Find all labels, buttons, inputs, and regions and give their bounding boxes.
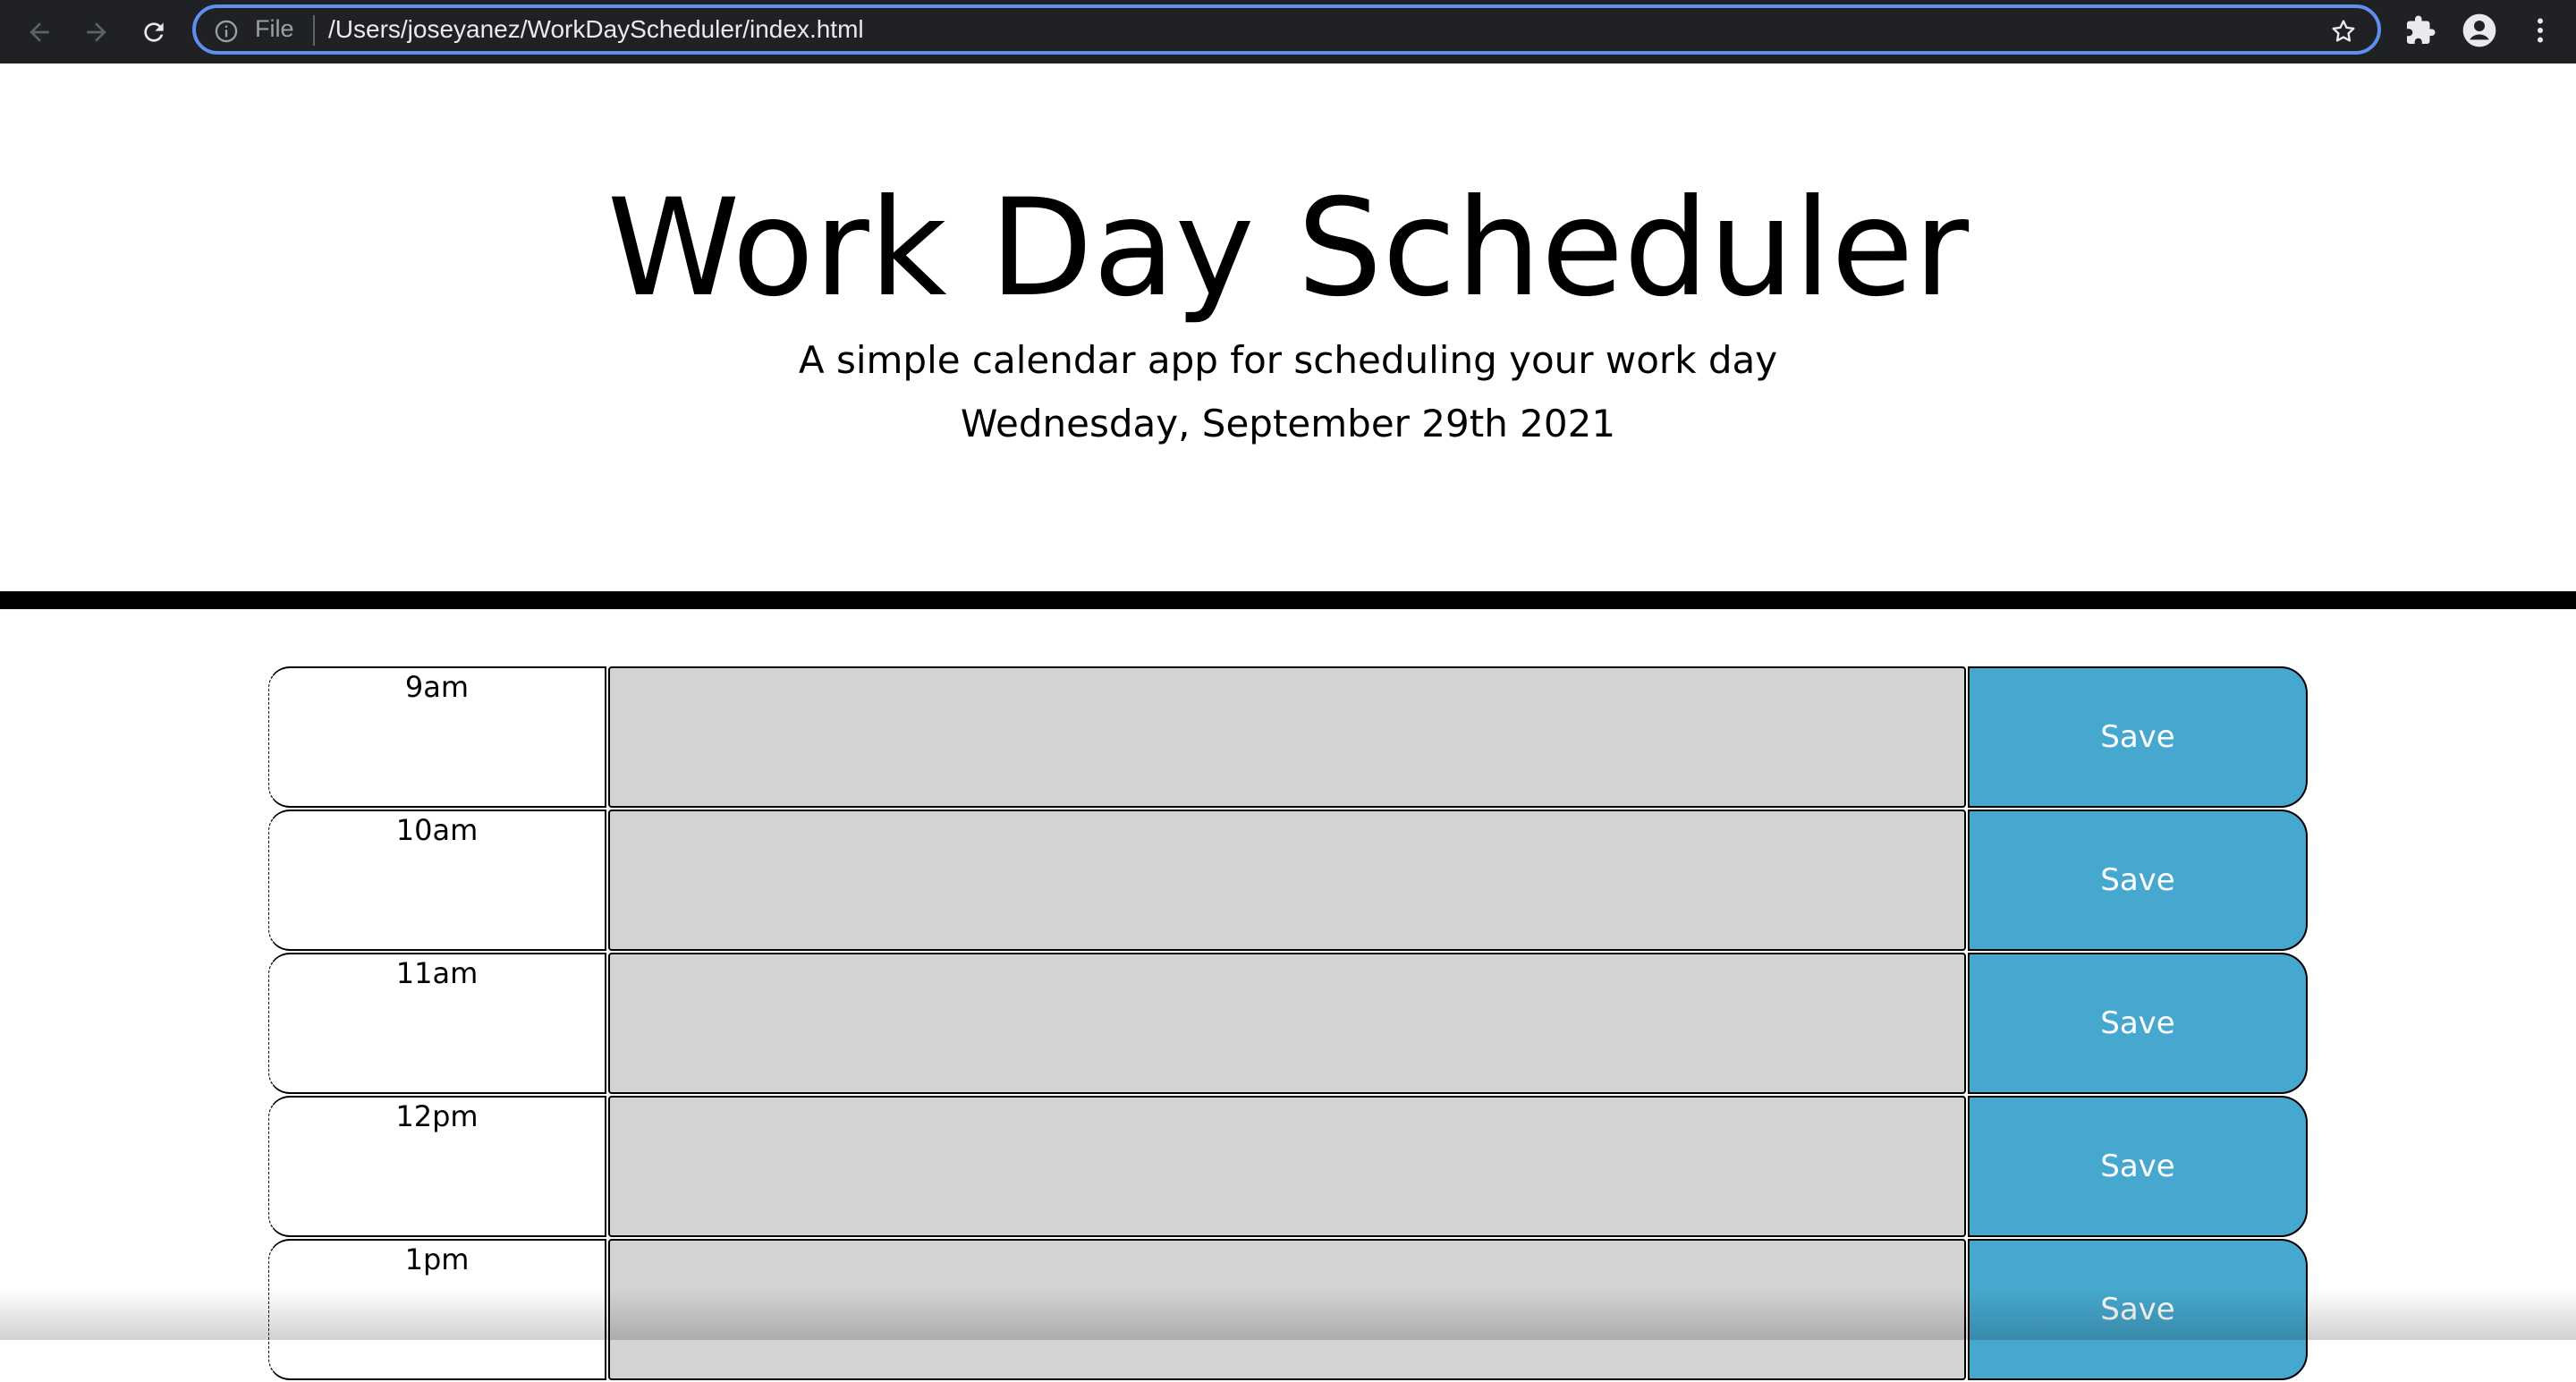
- profile-avatar-icon[interactable]: [2462, 13, 2497, 48]
- back-arrow-icon: [30, 22, 49, 42]
- back-button[interactable]: [20, 13, 59, 52]
- event-textarea[interactable]: [608, 810, 1966, 951]
- page-header: Work Day Scheduler A simple calendar app…: [0, 64, 2576, 609]
- page-title: Work Day Scheduler: [606, 171, 1970, 326]
- address-bar[interactable]: File /Users/joseyanez/WorkDayScheduler/i…: [192, 4, 2381, 55]
- hour-label: 10am: [268, 810, 606, 951]
- url-text[interactable]: /Users/joseyanez/WorkDayScheduler/index.…: [328, 15, 864, 44]
- reload-icon: [144, 22, 164, 42]
- extensions-icon[interactable]: [2404, 14, 2436, 47]
- reload-button[interactable]: [134, 13, 174, 52]
- event-textarea[interactable]: [608, 1096, 1966, 1237]
- time-block-row: 11am Save: [268, 953, 2308, 1094]
- forward-button[interactable]: [77, 13, 116, 52]
- event-textarea[interactable]: [608, 666, 1966, 808]
- bookmark-star-icon[interactable]: [2329, 17, 2358, 46]
- save-button[interactable]: Save: [1968, 810, 2308, 951]
- save-button[interactable]: Save: [1968, 1239, 2308, 1380]
- time-block-row: 9am Save: [268, 666, 2308, 808]
- url-scheme-label: File: [255, 15, 294, 42]
- current-date: Wednesday, September 29th 2021: [960, 402, 1616, 445]
- browser-toolbar: File /Users/joseyanez/WorkDayScheduler/i…: [0, 0, 2576, 64]
- event-textarea[interactable]: [608, 1239, 1966, 1380]
- time-block-row: 12pm Save: [268, 1096, 2308, 1237]
- save-button[interactable]: Save: [1968, 1096, 2308, 1237]
- info-icon[interactable]: [214, 19, 239, 44]
- save-button[interactable]: Save: [1968, 953, 2308, 1094]
- time-block-row: 1pm Save: [268, 1239, 2308, 1380]
- save-button[interactable]: Save: [1968, 666, 2308, 808]
- hour-label: 11am: [268, 953, 606, 1094]
- time-block-list: 9am Save 10am Save 11am Save 12pm Save 1…: [268, 666, 2308, 1382]
- more-menu-icon[interactable]: [2524, 14, 2556, 47]
- hour-label: 9am: [268, 666, 606, 808]
- hour-label: 12pm: [268, 1096, 606, 1237]
- url-separator: [313, 15, 315, 46]
- forward-arrow-icon: [87, 22, 106, 42]
- hour-label: 1pm: [268, 1239, 606, 1380]
- event-textarea[interactable]: [608, 953, 1966, 1094]
- time-block-row: 10am Save: [268, 810, 2308, 951]
- page-subtitle: A simple calendar app for scheduling you…: [798, 338, 1778, 382]
